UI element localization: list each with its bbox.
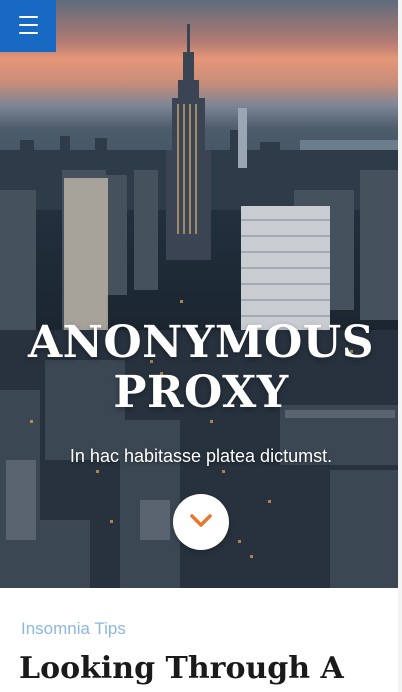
hamburger-menu-icon-bar xyxy=(19,32,38,34)
scroll-down-button[interactable] xyxy=(173,494,229,550)
hero-title: ANONYMOUS PROXY xyxy=(0,318,402,418)
hero-banner: ANONYMOUS PROXY In hac habitasse platea … xyxy=(0,0,402,588)
hero-title-line-1: ANONYMOUS xyxy=(28,317,374,368)
scrollbar-track[interactable] xyxy=(398,0,402,692)
chevron-down-icon xyxy=(190,514,212,527)
hamburger-menu-icon-bar xyxy=(19,24,38,26)
hero-title-line-2: PROXY xyxy=(113,367,289,418)
menu-button[interactable] xyxy=(0,0,56,52)
hero-subtitle: In hac habitasse platea dictumst. xyxy=(69,446,333,466)
post-title[interactable]: Looking Through A xyxy=(19,650,344,688)
page: ANONYMOUS PROXY In hac habitasse platea … xyxy=(0,0,402,692)
post-category-link[interactable]: Insomnia Tips xyxy=(21,619,126,639)
hamburger-menu-icon xyxy=(19,16,38,18)
post-preview: Insomnia Tips Looking Through A xyxy=(0,588,398,692)
